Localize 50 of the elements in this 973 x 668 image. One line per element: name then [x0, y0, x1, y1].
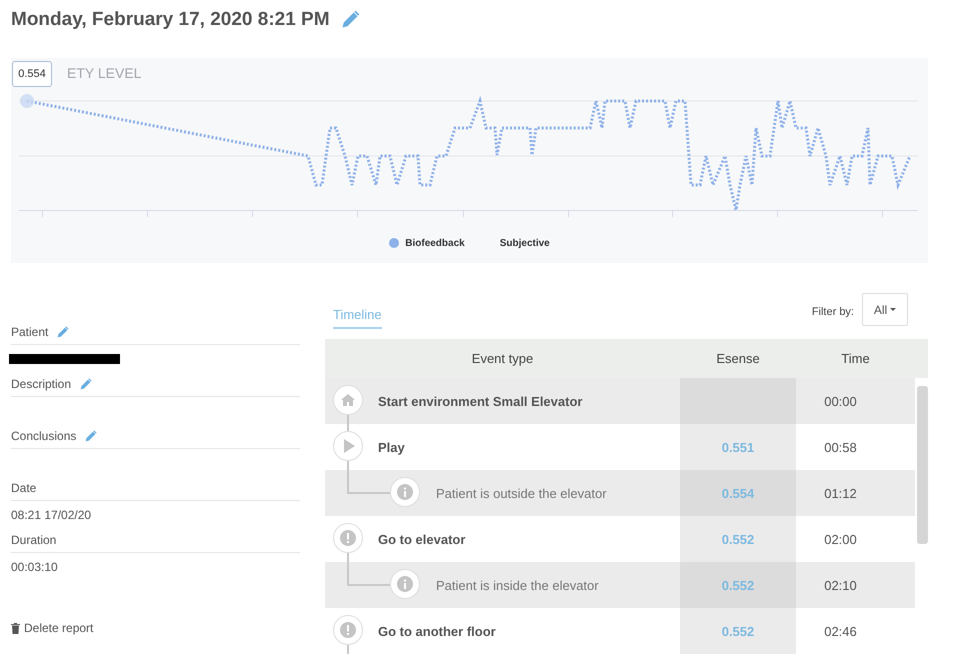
exclamation-icon	[333, 523, 363, 553]
pencil-icon[interactable]	[84, 430, 98, 442]
filter-label: Filter by:	[812, 306, 854, 318]
event-time: 00:58	[824, 440, 857, 454]
esense-value: 0.552	[680, 608, 796, 654]
field-value: 08:21 17/02/20	[11, 508, 92, 522]
value-tooltip: 0.554	[12, 61, 52, 87]
pencil-icon[interactable]	[79, 378, 92, 390]
field-label: Date	[11, 481, 36, 495]
home-icon	[333, 385, 363, 415]
event-name: Start environment Small Elevator	[378, 394, 582, 408]
delete-report-button[interactable]: Delete report	[11, 621, 94, 635]
info-icon	[390, 569, 420, 599]
esense-value: 0.551	[680, 424, 796, 470]
info-icon	[390, 477, 420, 507]
scrollbar-thumb[interactable]	[917, 386, 928, 544]
field-label: Description	[11, 377, 72, 391]
field-label: Conclusions	[11, 429, 76, 443]
report-title: Monday, February 17, 2020 8:21 PM	[11, 9, 330, 31]
pencil-icon[interactable]	[56, 326, 70, 338]
legend-label[interactable]: Subjective	[500, 238, 550, 248]
filter-dropdown[interactable]: All	[862, 293, 908, 326]
esense-value: 0.552	[680, 562, 796, 608]
esense-value: 0.552	[680, 516, 796, 562]
event-time: 02:00	[824, 532, 857, 546]
event-name: Go to another floor	[378, 624, 496, 638]
column-header: Time	[841, 351, 870, 366]
column-header: Event type	[472, 351, 534, 366]
field-value: 00:03:10	[11, 560, 58, 574]
legend-label[interactable]: Biofeedback	[405, 238, 465, 248]
event-time: 02:46	[824, 624, 857, 638]
field-label: Patient	[11, 325, 48, 339]
column-header: Esense	[716, 351, 760, 366]
event-time: 02:10	[824, 578, 857, 592]
chart-title: ETY LEVEL	[67, 65, 142, 81]
event-name: Go to elevator	[378, 532, 466, 546]
exclamation-icon	[333, 615, 363, 645]
hover-marker	[20, 94, 34, 108]
event-name: Patient is outside the elevator	[436, 486, 607, 500]
event-time: 00:00	[824, 394, 857, 408]
event-name: Patient is inside the elevator	[436, 578, 599, 592]
event-name: Play	[378, 440, 405, 454]
play-icon	[333, 431, 363, 461]
field-label: Duration	[11, 533, 56, 547]
trash-icon	[11, 622, 20, 634]
caret-icon	[890, 308, 896, 312]
pencil-icon[interactable]	[340, 10, 360, 30]
esense-value: 0.554	[680, 470, 796, 516]
connector-line	[347, 645, 349, 654]
event-time: 01:12	[824, 486, 857, 500]
